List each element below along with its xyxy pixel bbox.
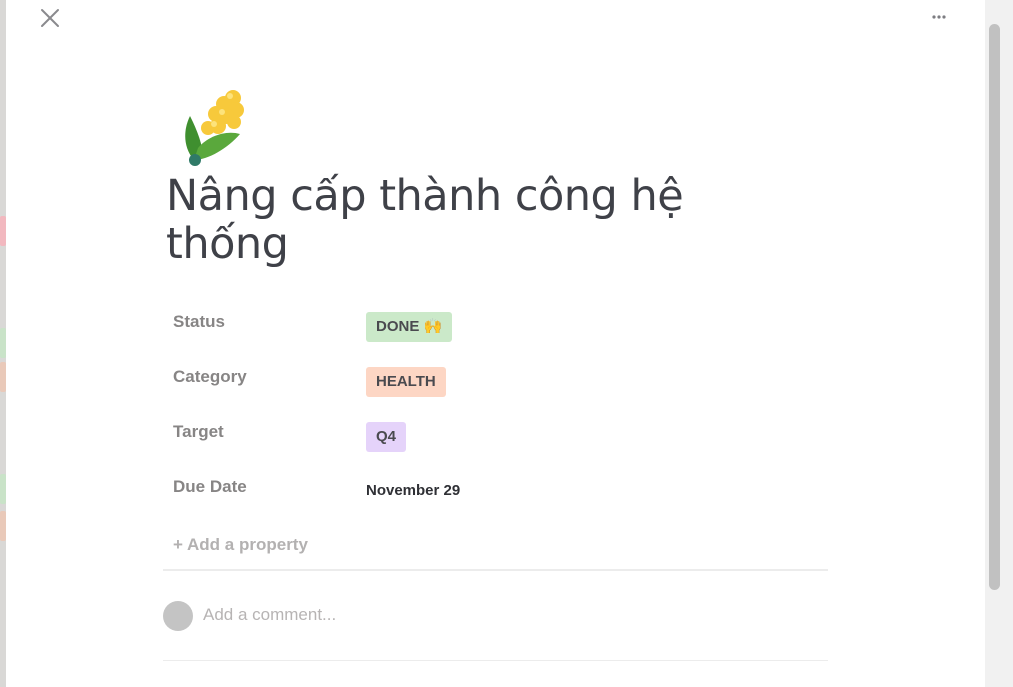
- ear-of-corn-icon[interactable]: [178, 86, 258, 170]
- add-property-button[interactable]: + Add a property: [173, 535, 308, 555]
- comment-input[interactable]: [203, 605, 803, 625]
- scrollbar-track[interactable]: [985, 0, 1013, 687]
- category-tag[interactable]: HEALTH: [366, 367, 446, 397]
- property-label: Due Date: [173, 477, 247, 496]
- divider: [163, 569, 828, 571]
- page-modal: Nâng cấp thành công hệ thống Status DONE…: [6, 0, 985, 687]
- more-horizontal-icon: [932, 15, 946, 19]
- property-row-category[interactable]: Category HEALTH: [173, 361, 833, 416]
- avatar: [163, 601, 193, 631]
- property-label: Target: [173, 422, 224, 441]
- property-value[interactable]: November 29: [366, 477, 460, 500]
- properties-list: Status DONE 🙌 Category HEALTH Target Q4 …: [173, 306, 833, 526]
- property-value[interactable]: HEALTH: [366, 367, 446, 397]
- close-icon: [41, 9, 59, 27]
- divider: [163, 660, 828, 661]
- property-row-target[interactable]: Target Q4: [173, 416, 833, 471]
- scrollbar-thumb[interactable]: [989, 24, 1000, 590]
- property-value[interactable]: Q4: [366, 422, 407, 452]
- close-button[interactable]: [36, 4, 64, 32]
- property-row-status[interactable]: Status DONE 🙌: [173, 306, 833, 361]
- property-value[interactable]: DONE 🙌: [366, 312, 453, 342]
- more-options-button[interactable]: [924, 6, 954, 28]
- comment-row: [163, 599, 828, 633]
- target-tag[interactable]: Q4: [366, 422, 407, 452]
- page-title[interactable]: Nâng cấp thành công hệ thống: [166, 172, 806, 268]
- due-date-value[interactable]: November 29: [366, 477, 460, 499]
- property-row-due-date[interactable]: Due Date November 29: [173, 471, 833, 526]
- property-label: Category: [173, 367, 247, 386]
- property-label: Status: [173, 312, 225, 331]
- status-tag[interactable]: DONE 🙌: [366, 312, 453, 342]
